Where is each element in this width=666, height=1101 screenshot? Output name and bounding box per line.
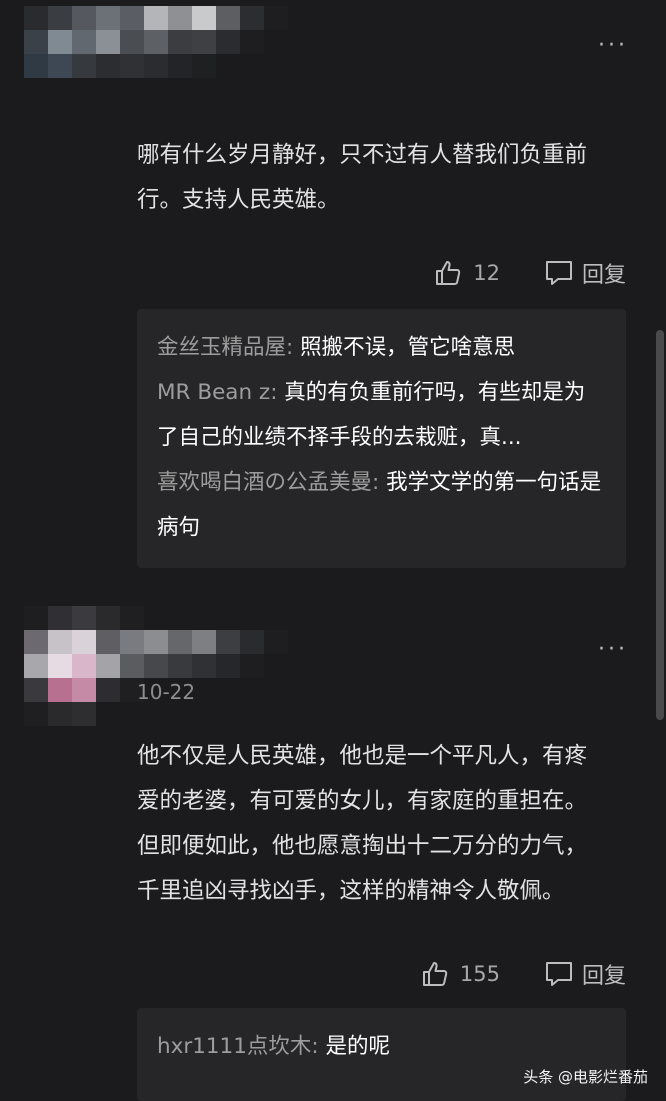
comment-actions: 12 回复 bbox=[433, 257, 626, 289]
like-count: 12 bbox=[473, 261, 500, 285]
comment-text: 他不仅是人民英雄，他也是一个平凡人，有疼 爱的老婆，有可爱的女儿，有家庭的重担在… bbox=[137, 743, 588, 904]
reply-thread[interactable]: hxr1111点坎木: 是的呢 bbox=[137, 1008, 626, 1101]
reply-item[interactable]: 金丝玉精品屋: 照搬不误，管它啥意思 bbox=[157, 325, 606, 370]
reply-thread[interactable]: 金丝玉精品屋: 照搬不误，管它啥意思 MR Bean z: 真的有负重前行吗，有… bbox=[137, 309, 626, 568]
reply-item[interactable]: 喜欢喝白酒の公孟美曼: 我学文学的第一句话是病句 bbox=[157, 460, 606, 550]
like-count: 155 bbox=[459, 962, 500, 986]
like-icon[interactable] bbox=[420, 959, 450, 989]
reply-item[interactable]: MR Bean z: 真的有负重前行吗，有些却是为了自己的业绩不择手段的去栽赃，… bbox=[157, 370, 606, 460]
watermark: 头条 @电影烂番茄 bbox=[523, 1068, 648, 1086]
reply-icon[interactable] bbox=[544, 959, 574, 989]
reply-username[interactable]: hxr1111点坎木: bbox=[157, 1034, 319, 1059]
comment-text: 哪有什么岁月静好，只不过有人替我们负重前 行。支持人民英雄。 bbox=[137, 142, 588, 213]
reply-username[interactable]: 金丝玉精品屋: bbox=[157, 335, 293, 360]
reply-button[interactable]: 回复 bbox=[582, 257, 626, 289]
reply-item[interactable]: hxr1111点坎木: 是的呢 bbox=[157, 1024, 606, 1069]
comment-actions: 155 回复 bbox=[420, 958, 626, 990]
more-options-icon[interactable]: ··· bbox=[598, 639, 628, 661]
reply-text: 照搬不误，管它啥意思 bbox=[293, 335, 516, 360]
like-icon[interactable] bbox=[433, 258, 463, 288]
reply-text: 是的呢 bbox=[318, 1034, 390, 1059]
reply-button[interactable]: 回复 bbox=[582, 958, 626, 990]
reply-icon[interactable] bbox=[544, 258, 574, 288]
blurred-user-info-1[interactable] bbox=[24, 6, 288, 78]
reply-username[interactable]: 喜欢喝白酒の公孟美曼: bbox=[157, 470, 379, 495]
comment-date: 10-22 bbox=[137, 680, 196, 704]
blurred-user-info-2[interactable] bbox=[24, 606, 288, 726]
comment-feed: ··· 哪有什么岁月静好，只不过有人替我们负重前 行。支持人民英雄。 12 回复… bbox=[0, 0, 666, 1101]
more-options-icon[interactable]: ··· bbox=[598, 35, 628, 57]
reply-username[interactable]: MR Bean z: bbox=[157, 380, 277, 405]
scrollbar[interactable] bbox=[656, 330, 664, 720]
